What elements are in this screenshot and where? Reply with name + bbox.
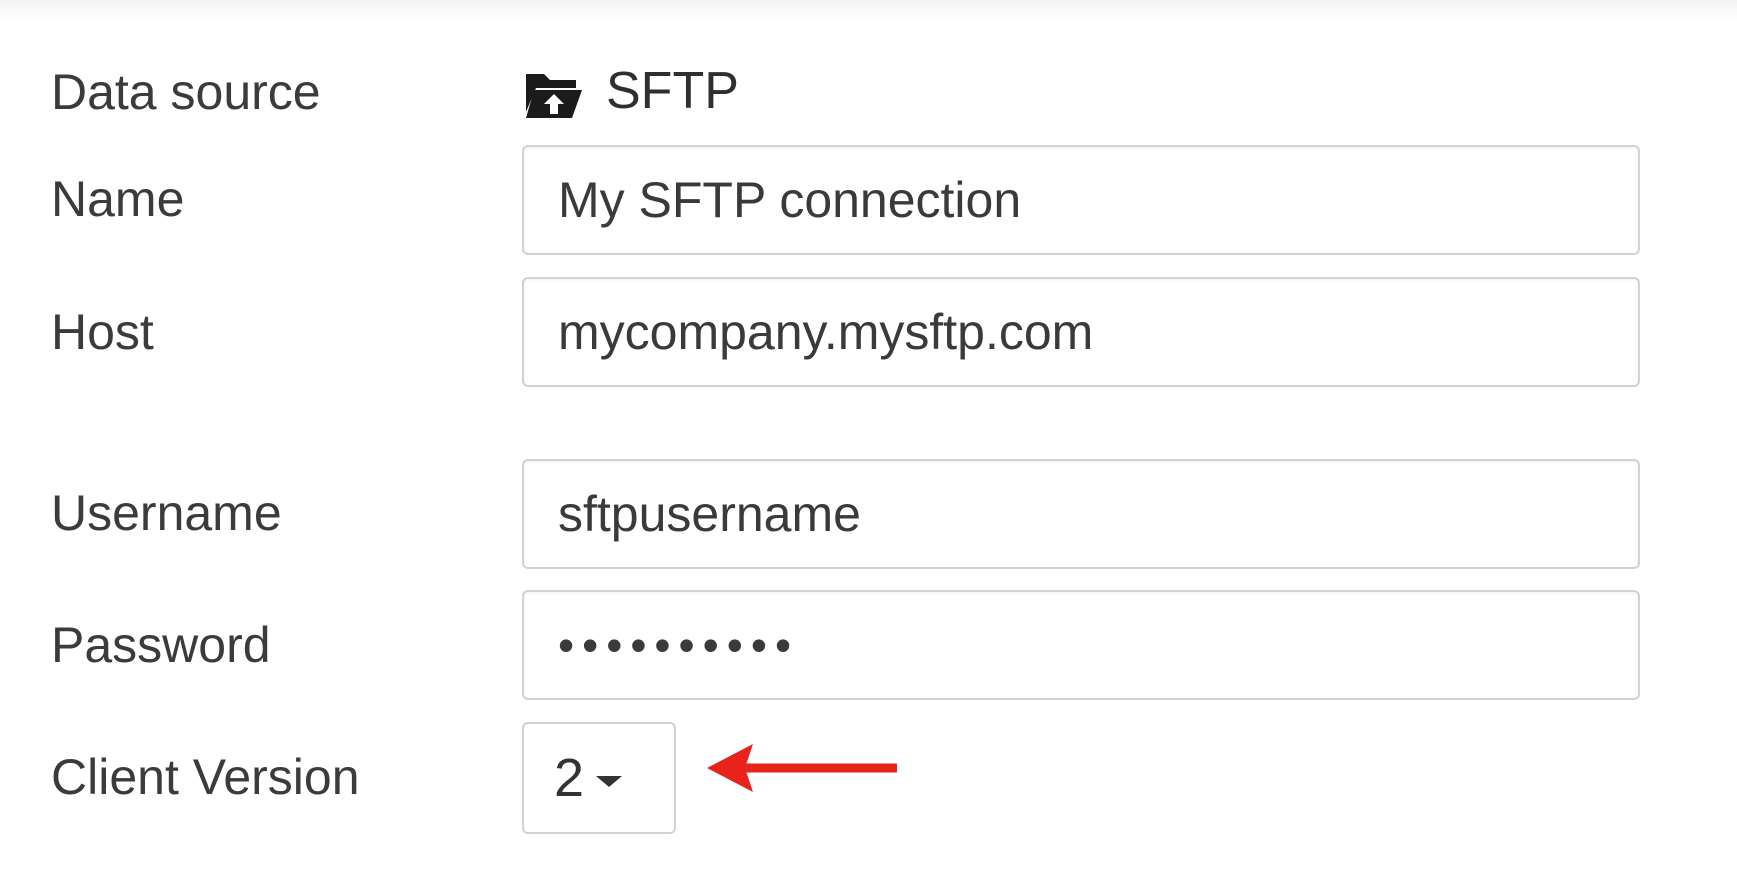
- caret-down-icon: [596, 775, 623, 787]
- password-input[interactable]: [522, 590, 1640, 700]
- name-input[interactable]: [522, 145, 1640, 255]
- data-source-text: SFTP: [606, 62, 739, 120]
- folder-upload-icon: [522, 60, 584, 122]
- red-arrow-icon: [707, 744, 897, 792]
- name-label: Name: [51, 171, 185, 227]
- host-label: Host: [51, 304, 154, 360]
- username-label: Username: [51, 485, 282, 541]
- data-source-value: SFTP: [522, 58, 739, 124]
- client-version-select[interactable]: 2: [522, 722, 676, 834]
- connection-form: Data source SFTP Name Host Username Pass…: [0, 0, 1737, 873]
- host-input[interactable]: [522, 277, 1640, 387]
- password-label: Password: [51, 617, 271, 673]
- client-version-label: Client Version: [51, 749, 360, 805]
- data-source-label: Data source: [51, 64, 321, 120]
- client-version-value: 2: [554, 748, 585, 808]
- username-input[interactable]: [522, 459, 1640, 569]
